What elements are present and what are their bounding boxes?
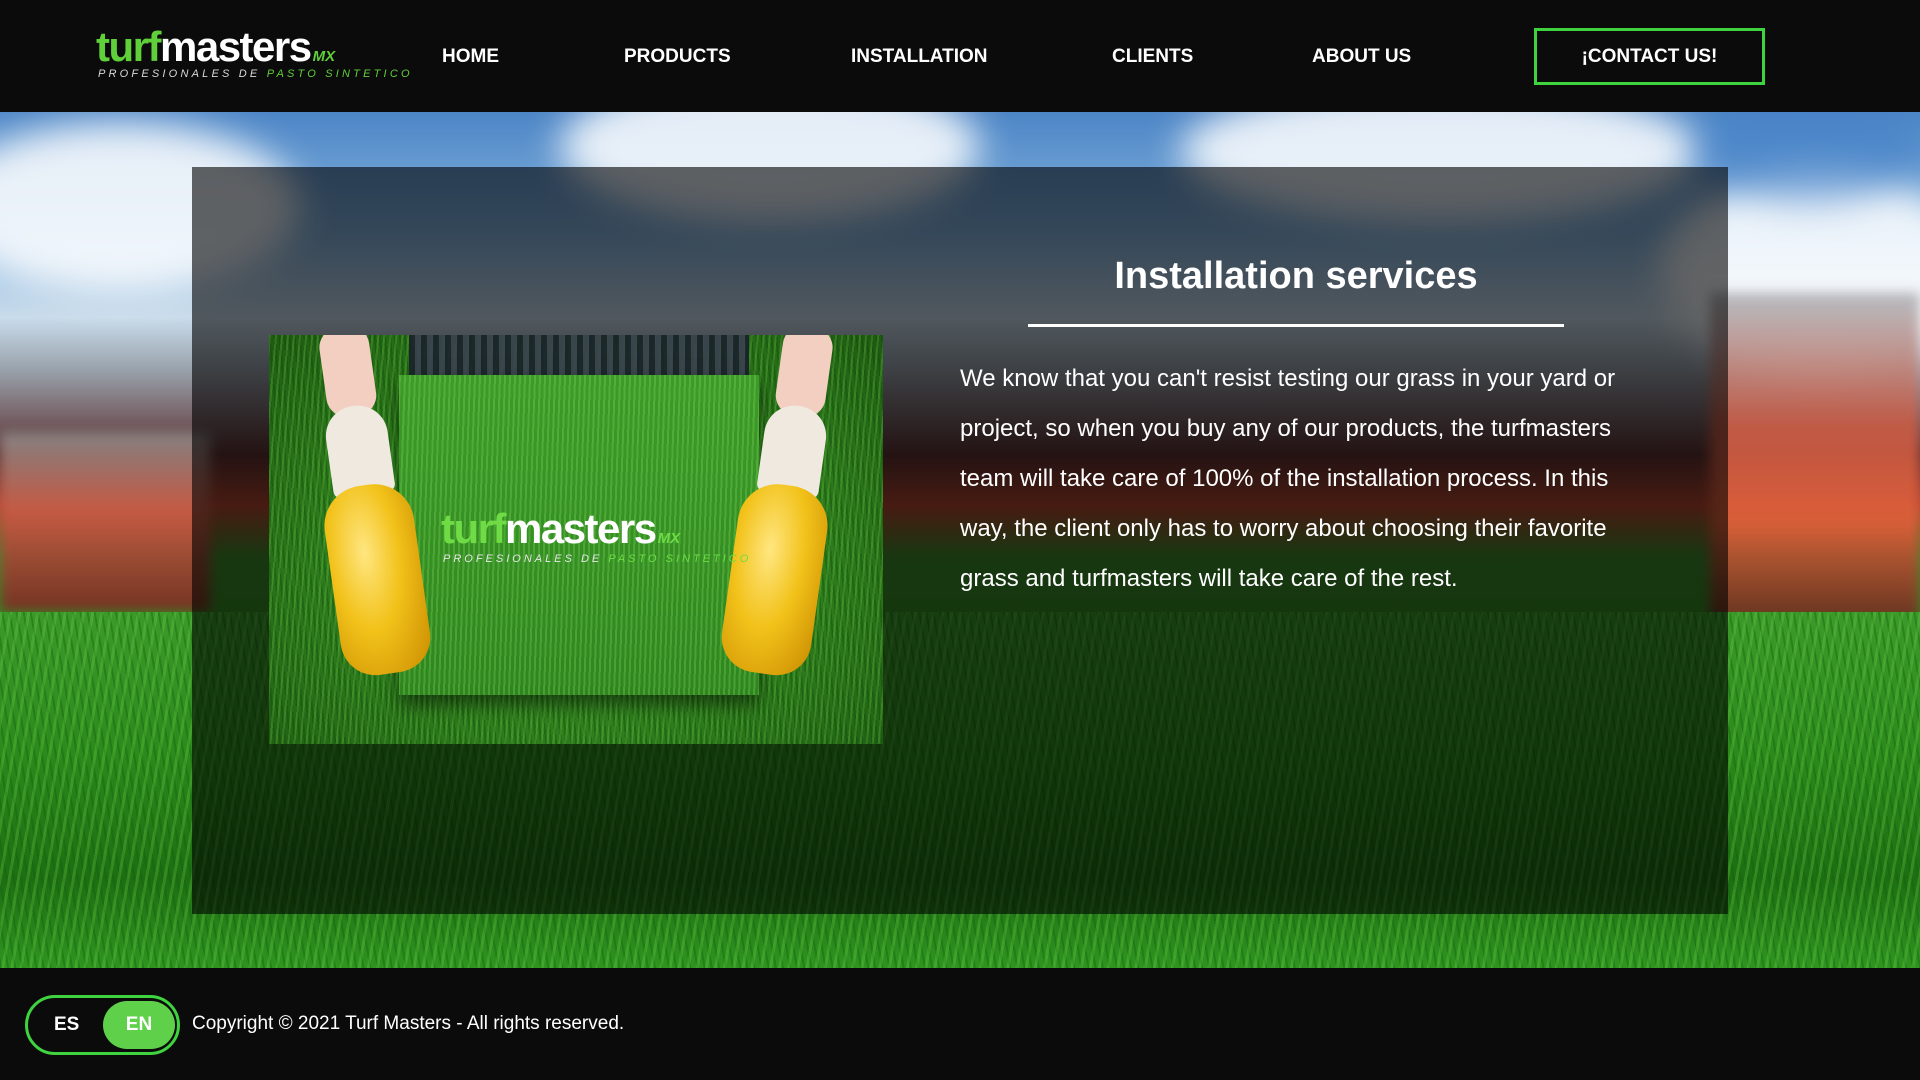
nav-products[interactable]: PRODUCTS	[624, 44, 731, 70]
nav-clients[interactable]: CLIENTS	[1112, 44, 1193, 70]
nav-home[interactable]: HOME	[442, 44, 499, 70]
logo-tagline: PROFESIONALES DE PASTO SINTETICO	[98, 68, 413, 80]
contact-us-button[interactable]: ¡CONTACT US!	[1534, 28, 1765, 85]
copyright-text: Copyright © 2021 Turf Masters - All righ…	[192, 1013, 625, 1034]
installation-photo: turfmasters MX PROFESIONALES DE PASTO SIN…	[269, 335, 883, 744]
lang-option-en[interactable]: EN	[103, 1001, 175, 1049]
logo-tagline-part2: PASTO SINTETICO	[266, 68, 413, 80]
title-divider	[1028, 324, 1564, 327]
site-footer: ES EN Copyright © 2021 Turf Masters - Al…	[0, 968, 1920, 1080]
page-title: Installation services	[1114, 255, 1478, 297]
logo-mx-text: MX	[312, 48, 336, 65]
site-logo[interactable]: turfmasters MX PROFESIONALES DE PASTO SIN…	[96, 22, 410, 86]
nav-about-us[interactable]: ABOUT US	[1312, 44, 1411, 70]
site-header: turfmasters MX PROFESIONALES DE PASTO SIN…	[0, 0, 1920, 112]
language-toggle[interactable]: ES EN	[25, 995, 180, 1055]
logo-tagline-part1: PROFESIONALES DE	[98, 68, 267, 80]
photo-logo-tagline: PROFESIONALES DE PASTO SINTETICO	[443, 553, 752, 565]
lang-option-es[interactable]: ES	[54, 1014, 79, 1036]
logo-masters-text: masters	[159, 23, 312, 70]
logo-turf-text: turf	[96, 23, 161, 70]
installation-description: We know that you can't resist testing ou…	[960, 365, 1616, 592]
nav-installation[interactable]: INSTALLATION	[851, 44, 988, 70]
